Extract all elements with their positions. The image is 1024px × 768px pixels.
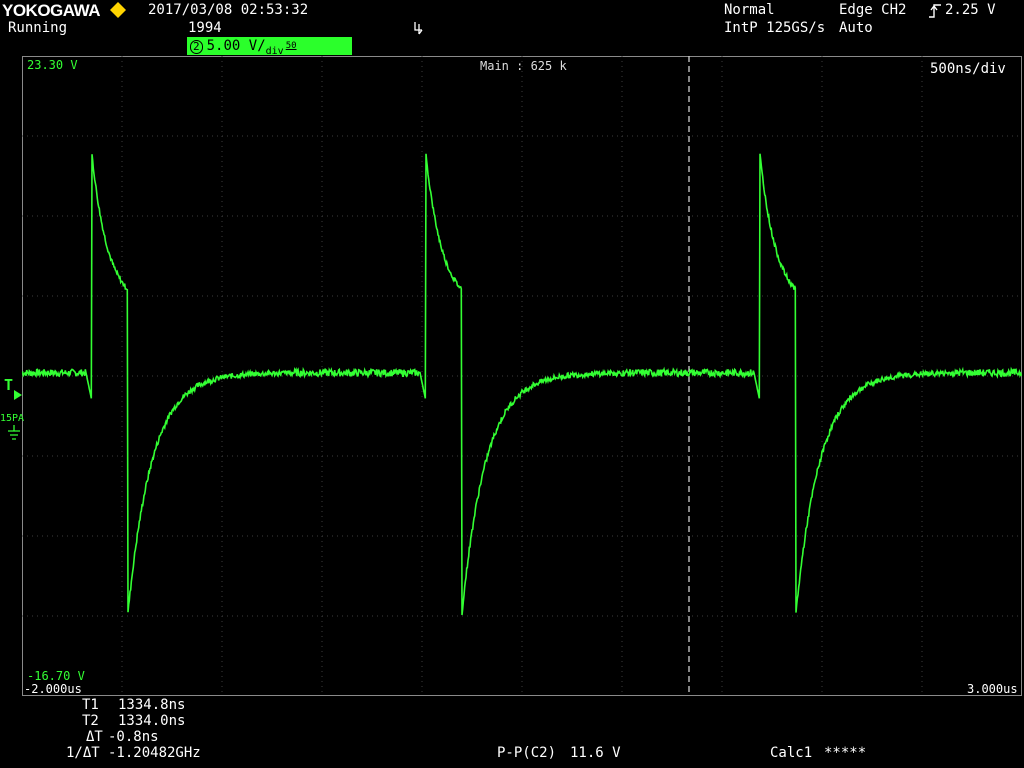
trigger-type: Edge CH2 [839, 2, 907, 18]
brand-diamond-icon [110, 2, 126, 22]
bottom-voltage-label: -16.70 V [27, 669, 85, 683]
probe-label: 15PA [0, 413, 25, 424]
t1-label: T1 [82, 697, 99, 713]
inv-delta-t-value: -1.20482GHz [108, 745, 201, 761]
trigger-arrow-icon [14, 385, 22, 404]
trigger-marker-letter: T [4, 376, 14, 394]
trigger-level-marker[interactable]: T [4, 376, 13, 394]
ground-icon [7, 425, 21, 447]
trigger-level: 2.25 V [945, 2, 996, 18]
sample-mode: IntP 125GS/s [724, 20, 826, 36]
ch2-trace [22, 153, 1022, 616]
t2-value: 1334.0ns [118, 713, 186, 729]
falling-edge-icon [928, 3, 942, 22]
record-count: 1994 [188, 20, 222, 36]
run-status: Running [8, 20, 68, 36]
delta-t-label: ΔT [86, 729, 103, 745]
top-voltage-label: 23.30 V [27, 58, 78, 72]
channel-number: 2 [190, 40, 203, 54]
calc-label: Calc1 [770, 745, 813, 761]
trigger-mode: Normal [724, 2, 775, 18]
impedance: 50 [285, 41, 297, 51]
pp-label: P-P(C2) [497, 745, 557, 761]
t2-label: T2 [82, 713, 99, 729]
t1-value: 1334.8ns [118, 697, 186, 713]
left-time-label: -2.000us [24, 682, 82, 696]
delta-t-value: -0.8ns [108, 729, 159, 745]
main-record-label: Main : 625 k [480, 59, 567, 73]
volts-per-div: 5.00 V [206, 38, 258, 54]
acquire-icon [413, 20, 425, 40]
channel2-scale-badge[interactable]: 2 5.00 V/div 50 [187, 37, 352, 57]
datetime: 2017/03/08 02:53:32 [148, 2, 309, 18]
trigger-auto: Auto [839, 20, 873, 36]
right-time-label: 3.000us [967, 682, 1018, 696]
waveform-plot[interactable] [22, 56, 1022, 696]
brand-logo: YOKOGAWA [2, 1, 101, 20]
inv-delta-t-label: 1/ΔT [66, 745, 100, 761]
pp-value: 11.6 V [570, 745, 621, 761]
time-per-div: 500ns/div [930, 61, 1006, 77]
calc-value: ***** [824, 745, 867, 761]
grid-lines [22, 56, 1022, 696]
